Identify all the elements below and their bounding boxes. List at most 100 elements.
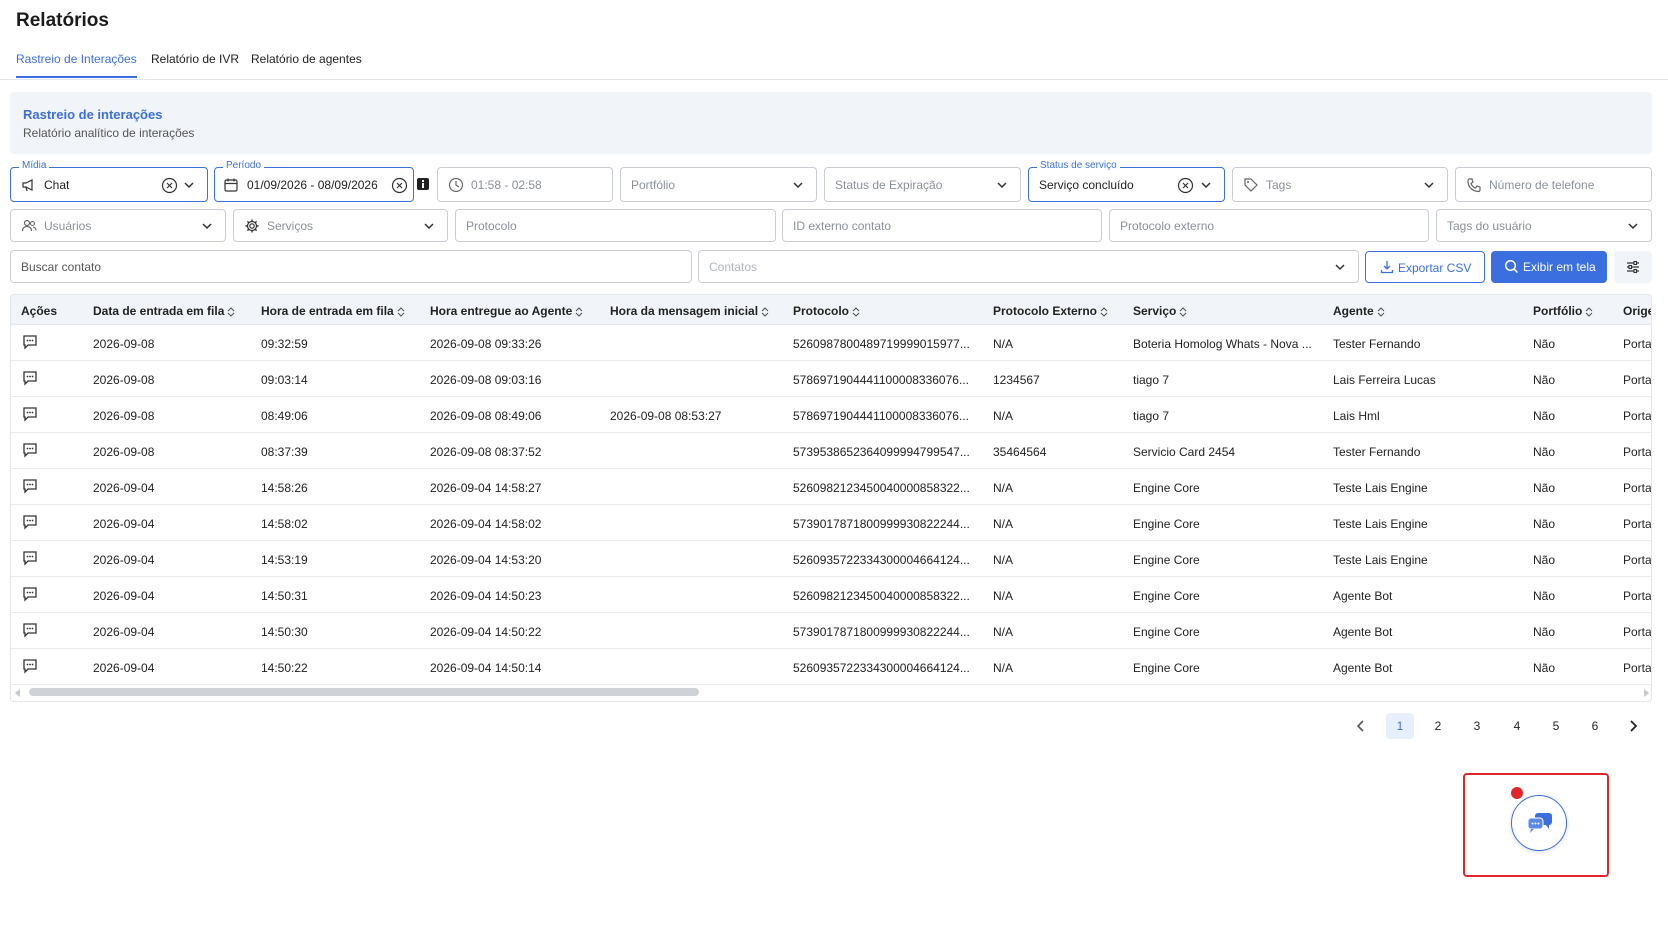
page-button-2[interactable]: 2: [1424, 713, 1452, 739]
table-row[interactable]: 2026-09-04 14:50:31 2026-09-04 14:50:23 526…: [11, 577, 1651, 613]
cell-entregue: 2026-09-04 14:50:23: [430, 589, 542, 603]
periodo-picker[interactable]: Período 01/09/2026 - 08/09/2026: [214, 160, 414, 202]
telefone-field[interactable]: Número de telefone: [1455, 167, 1652, 202]
tab-relatorio-agentes[interactable]: Relatório de agentes: [251, 52, 362, 76]
tags-placeholder: Tags: [1266, 178, 1292, 192]
chat-bubble-icon[interactable]: [22, 622, 38, 638]
cell-data: 2026-09-08: [93, 337, 155, 351]
scroll-left-icon[interactable]: [15, 689, 21, 697]
tags-select[interactable]: Tags: [1232, 167, 1448, 202]
chevron-down-icon: [1625, 218, 1641, 234]
chat-bubble-icon[interactable]: [22, 514, 38, 530]
status-expiracao-select[interactable]: Status de Expiração: [824, 167, 1021, 202]
status-servico-select[interactable]: Status de serviço Serviço concluído: [1028, 160, 1225, 202]
cell-servico: Engine Core: [1133, 553, 1200, 567]
cell-entregue: 2026-09-08 08:49:06: [430, 409, 542, 423]
page-button-1[interactable]: 1: [1386, 713, 1414, 739]
table-row[interactable]: 2026-09-04 14:50:30 2026-09-04 14:50:22 573…: [11, 613, 1651, 649]
table-row[interactable]: 2026-09-08 09:32:59 2026-09-08 09:33:26 526…: [11, 325, 1652, 361]
chat-widget-button[interactable]: [1511, 795, 1567, 851]
sort-icon: [575, 307, 583, 317]
chat-bubble-icon[interactable]: [22, 442, 38, 458]
banner-subtitle: Relatório analítico de interações: [23, 126, 195, 140]
info-icon[interactable]: [417, 177, 429, 191]
cell-servico: Engine Core: [1133, 625, 1200, 639]
chat-bubble-icon[interactable]: [22, 370, 38, 386]
cell-agente: Tester Fernando: [1333, 337, 1421, 351]
protocolo-field[interactable]: Protocolo: [455, 209, 776, 242]
export-csv-label: Exportar CSV: [1398, 261, 1472, 275]
cell-externo: N/A: [993, 337, 1014, 351]
export-csv-button[interactable]: Exportar CSV: [1365, 251, 1485, 283]
page-button-5[interactable]: 5: [1542, 713, 1570, 739]
col-hora-entregue[interactable]: Hora entregue ao Agente: [430, 304, 583, 318]
buscar-contato-field[interactable]: Buscar contato: [10, 250, 692, 283]
col-hora-entrada[interactable]: Hora de entrada em fila: [261, 304, 405, 318]
col-data-entrada[interactable]: Data de entrada em fila: [93, 304, 235, 318]
horizontal-scrollbar[interactable]: [11, 685, 1651, 701]
clear-icon[interactable]: [161, 177, 178, 194]
table-row[interactable]: 2026-09-08 09:03:14 2026-09-08 09:03:16 578…: [11, 361, 1651, 397]
tab-relatorio-ivr[interactable]: Relatório de IVR: [151, 52, 239, 76]
section-banner: Rastreio de interações Relatório analíti…: [10, 92, 1652, 154]
portfolio-select[interactable]: Portfólio: [620, 167, 817, 202]
protocolo-externo-field[interactable]: Protocolo externo: [1109, 209, 1429, 242]
scrollbar-thumb[interactable]: [29, 688, 699, 696]
table-row[interactable]: 2026-09-08 08:49:06 2026-09-08 08:49:06 202…: [11, 397, 1651, 433]
chat-bubble-icon[interactable]: [22, 406, 38, 422]
tags-usuario-select[interactable]: Tags do usuário: [1436, 209, 1652, 242]
cell-portfolio: Não: [1533, 481, 1556, 495]
cell-data: 2026-09-04: [93, 625, 155, 639]
chat-bubble-icon[interactable]: [22, 658, 38, 674]
cell-hora: 08:49:06: [261, 409, 308, 423]
cell-origem: Portal: [1623, 337, 1652, 351]
scroll-right-icon[interactable]: [1643, 689, 1649, 697]
servicos-select[interactable]: Serviços: [233, 209, 448, 242]
cell-protocolo: 5739017871800999930822244...: [793, 517, 970, 531]
page-button-3[interactable]: 3: [1463, 713, 1491, 739]
cell-portfolio: Não: [1533, 337, 1556, 351]
chat-bubble-icon[interactable]: [22, 550, 38, 566]
contatos-select[interactable]: Contatos: [698, 250, 1359, 283]
midia-select[interactable]: Mídia Chat: [10, 160, 208, 202]
col-agente[interactable]: Agente: [1333, 304, 1385, 318]
telefone-placeholder: Número de telefone: [1489, 178, 1595, 192]
col-hora-inicial[interactable]: Hora da mensagem inicial: [610, 304, 769, 318]
cell-entregue: 2026-09-08 09:03:16: [430, 373, 542, 387]
clear-icon[interactable]: [391, 177, 408, 194]
interactions-table: Ações Data de entrada em fila Hora de en…: [10, 294, 1652, 702]
chat-bubble-icon[interactable]: [22, 334, 38, 350]
col-servico[interactable]: Serviço: [1133, 304, 1187, 318]
cell-origem: Portal: [1623, 481, 1652, 495]
cell-externo: N/A: [993, 625, 1014, 639]
id-externo-field[interactable]: ID externo contato: [782, 209, 1102, 242]
tab-rastreio-interacoes[interactable]: Rastreio de Interações: [16, 52, 137, 78]
usuarios-select[interactable]: Usuários: [10, 209, 226, 242]
search-icon: [1504, 259, 1519, 274]
chat-bubble-icon[interactable]: [22, 478, 38, 494]
table-row[interactable]: 2026-09-08 08:37:39 2026-09-08 08:37:52 573…: [11, 433, 1651, 469]
cell-protocolo: 5260935722334300004664124...: [793, 661, 970, 675]
download-icon: [1380, 260, 1394, 274]
chat-bubble-icon[interactable]: [22, 586, 38, 602]
clear-icon[interactable]: [1177, 177, 1194, 194]
cell-portfolio: Não: [1533, 409, 1556, 423]
next-page-icon[interactable]: [1620, 713, 1648, 739]
page-button-4[interactable]: 4: [1503, 713, 1531, 739]
cell-protocolo: 5260935722334300004664124...: [793, 553, 970, 567]
col-origem[interactable]: Orige: [1623, 304, 1651, 318]
page-button-6[interactable]: 6: [1581, 713, 1609, 739]
prev-page-icon[interactable]: [1346, 713, 1374, 739]
col-portfolio[interactable]: Portfólio: [1533, 304, 1593, 318]
table-row[interactable]: 2026-09-04 14:58:26 2026-09-04 14:58:27 526…: [11, 469, 1652, 505]
table-row[interactable]: 2026-09-04 14:50:22 2026-09-04 14:50:14 526…: [11, 649, 1651, 685]
cell-agente: Lais Hml: [1333, 409, 1380, 423]
exibir-em-tela-button[interactable]: Exibir em tela: [1491, 251, 1607, 283]
cell-externo: 1234567: [993, 373, 1040, 387]
table-row[interactable]: 2026-09-04 14:58:02 2026-09-04 14:58:02 573…: [11, 505, 1651, 541]
col-protocolo[interactable]: Protocolo: [793, 304, 860, 318]
column-settings-button[interactable]: [1614, 251, 1652, 283]
col-protocolo-externo[interactable]: Protocolo Externo: [993, 304, 1108, 318]
table-row[interactable]: 2026-09-04 14:53:19 2026-09-04 14:53:20 526…: [11, 541, 1651, 577]
hora-range-field[interactable]: 01:58 - 02:58: [437, 167, 613, 202]
